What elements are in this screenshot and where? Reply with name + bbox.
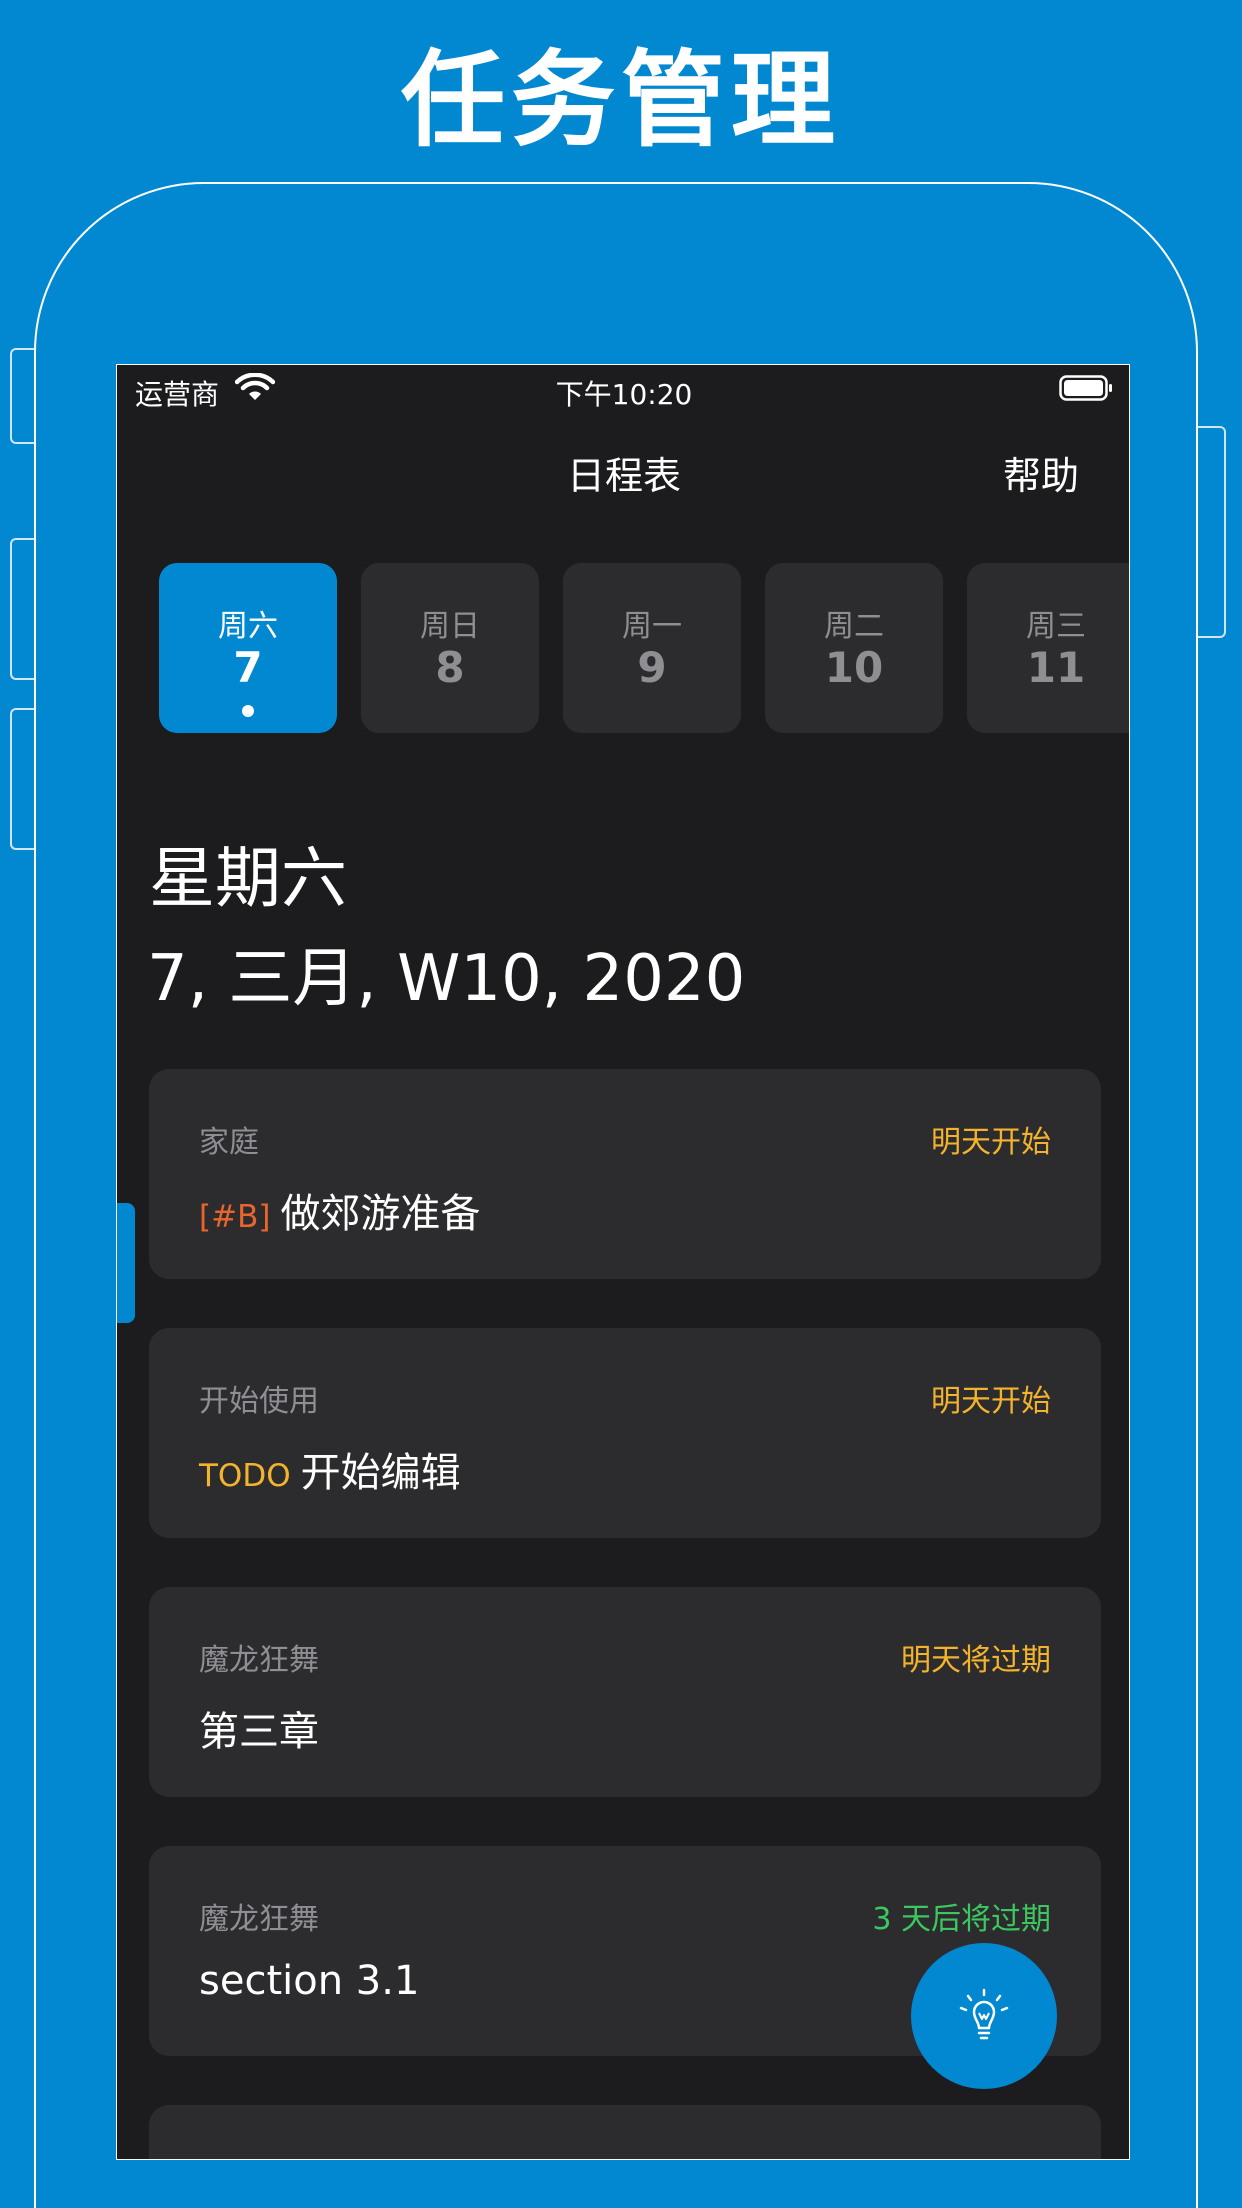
selected-date: 7, 三月, W10, 2020 xyxy=(147,942,746,1016)
task-status: 3 天后将过期 xyxy=(872,1902,1051,1937)
task-title-row: [#B] 做郊游准备 xyxy=(199,1181,480,1239)
task-title-row: TODO 开始编辑 xyxy=(199,1440,461,1498)
status-time: 下午10:20 xyxy=(555,378,693,411)
lightbulb-icon xyxy=(959,1988,1009,2040)
page-title: 日程表 xyxy=(566,454,681,498)
selected-day-dot xyxy=(242,705,254,717)
help-button[interactable]: 帮助 xyxy=(1003,445,1079,500)
task-tag: TODO xyxy=(199,1458,291,1494)
battery-icon xyxy=(1059,375,1112,401)
side-drawer-handle[interactable] xyxy=(117,1203,135,1323)
day-item[interactable]: 周日 8 xyxy=(361,563,539,733)
task-card[interactable]: 开始使用 xyxy=(149,2105,1101,2159)
task-status: 明天将过期 xyxy=(901,1643,1051,1678)
day-item[interactable]: 周六 7 xyxy=(159,563,337,733)
task-category: 开始使用 xyxy=(199,2153,319,2159)
device-mute-switch xyxy=(10,348,36,444)
device-volume-up-button xyxy=(10,538,36,680)
task-status: 明天开始 xyxy=(931,1125,1051,1160)
task-card[interactable]: 家庭 明天开始 [#B] 做郊游准备 xyxy=(149,1069,1101,1279)
day-selector: 周六 7 周日 8 周一 9 周二 10 周三 11 xyxy=(159,563,1129,733)
day-name-label: 周一 xyxy=(622,609,682,644)
day-name-label: 周三 xyxy=(1026,609,1086,644)
lightbulb-button[interactable] xyxy=(911,1943,1057,2089)
task-status: 明天开始 xyxy=(931,1384,1051,1419)
status-bar: 运营商 下午10:20 xyxy=(117,365,1129,415)
task-title: 做郊游准备 xyxy=(280,1191,481,1237)
day-name-label: 周二 xyxy=(824,609,884,644)
task-category: 家庭 xyxy=(199,1125,259,1160)
day-number-label: 11 xyxy=(1026,643,1086,692)
app-screen: 运营商 下午10:20 日程表 帮助 周六 7 周日 8 周一 9 周二 10 周三 11 星期六… xyxy=(116,364,1130,2160)
task-card[interactable]: 开始使用 明天开始 TODO 开始编辑 xyxy=(149,1328,1101,1538)
device-volume-down-button xyxy=(10,708,36,850)
selected-weekday: 星期六 xyxy=(149,840,347,917)
day-number-label: 10 xyxy=(824,643,884,692)
task-title-row: section 3.1 xyxy=(199,1958,419,2004)
task-category: 开始使用 xyxy=(199,1384,319,1419)
day-name-label: 周日 xyxy=(420,609,480,644)
day-name-label: 周六 xyxy=(218,609,278,644)
task-card[interactable]: 魔龙狂舞 明天将过期第三章 xyxy=(149,1587,1101,1797)
navigation-bar: 日程表 帮助 xyxy=(117,415,1129,525)
task-tag: [#B] xyxy=(199,1199,271,1235)
task-category: 魔龙狂舞 xyxy=(199,1902,319,1937)
task-title: 开始编辑 xyxy=(300,1450,461,1496)
day-item[interactable]: 周二 10 xyxy=(765,563,943,733)
task-title: section 3.1 xyxy=(199,1958,420,2004)
day-item[interactable]: 周三 11 xyxy=(967,563,1129,733)
device-power-button xyxy=(1196,426,1226,638)
day-item[interactable]: 周一 9 xyxy=(563,563,741,733)
task-category: 魔龙狂舞 xyxy=(199,1643,319,1678)
day-number-label: 8 xyxy=(435,643,465,692)
day-number-label: 9 xyxy=(637,643,667,692)
task-title-row: 第三章 xyxy=(199,1699,319,1757)
task-title: 第三章 xyxy=(199,1709,319,1755)
promo-headline: 任务管理 xyxy=(400,39,841,161)
day-number-label: 7 xyxy=(233,643,263,692)
